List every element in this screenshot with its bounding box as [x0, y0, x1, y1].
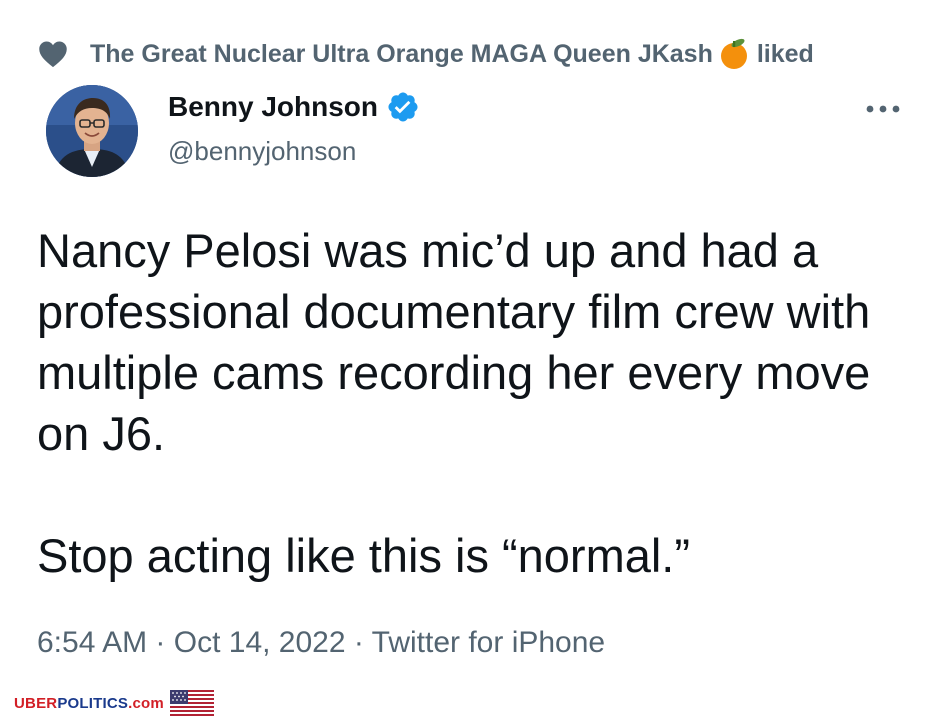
tweet-text: Nancy Pelosi was mic’d up and had a prof… — [37, 220, 917, 586]
more-options-icon[interactable] — [860, 94, 906, 124]
orange-emoji — [719, 38, 749, 70]
author-display-name[interactable]: Benny Johnson — [168, 91, 378, 123]
watermark-text: POLITICS — [57, 694, 129, 712]
tweet-source[interactable]: Twitter for iPhone — [372, 626, 605, 659]
separator: · — [345, 626, 372, 659]
profile-avatar[interactable] — [46, 85, 138, 177]
social-context: The Great Nuclear Ultra Orange MAGA Quee… — [38, 34, 814, 74]
author-name-row[interactable]: Benny Johnson — [168, 90, 420, 124]
tweet-paragraph: Nancy Pelosi was mic’d up and had a prof… — [37, 224, 871, 460]
watermark-text: UBER — [14, 694, 58, 712]
tweet-paragraph: Stop acting like this is “normal.” — [37, 529, 691, 582]
site-watermark: UBER POLITICS .com — [14, 690, 214, 716]
us-flag-icon — [169, 690, 214, 716]
liked-action-label: liked — [756, 39, 814, 68]
tweet-time[interactable]: 6:54 AM — [37, 626, 147, 659]
heart-icon — [38, 40, 68, 68]
liker-name[interactable]: The Great Nuclear Ultra Orange MAGA Quee… — [90, 40, 713, 69]
separator: · — [147, 626, 174, 659]
tweet-date[interactable]: Oct 14, 2022 — [174, 626, 346, 659]
author-handle[interactable]: @bennyjohnson — [168, 136, 356, 167]
tweet-metadata: 6:54 AM · Oct 14, 2022 · Twitter for iPh… — [37, 626, 605, 660]
verified-badge-icon — [386, 90, 420, 124]
watermark-text: .com — [128, 694, 164, 712]
